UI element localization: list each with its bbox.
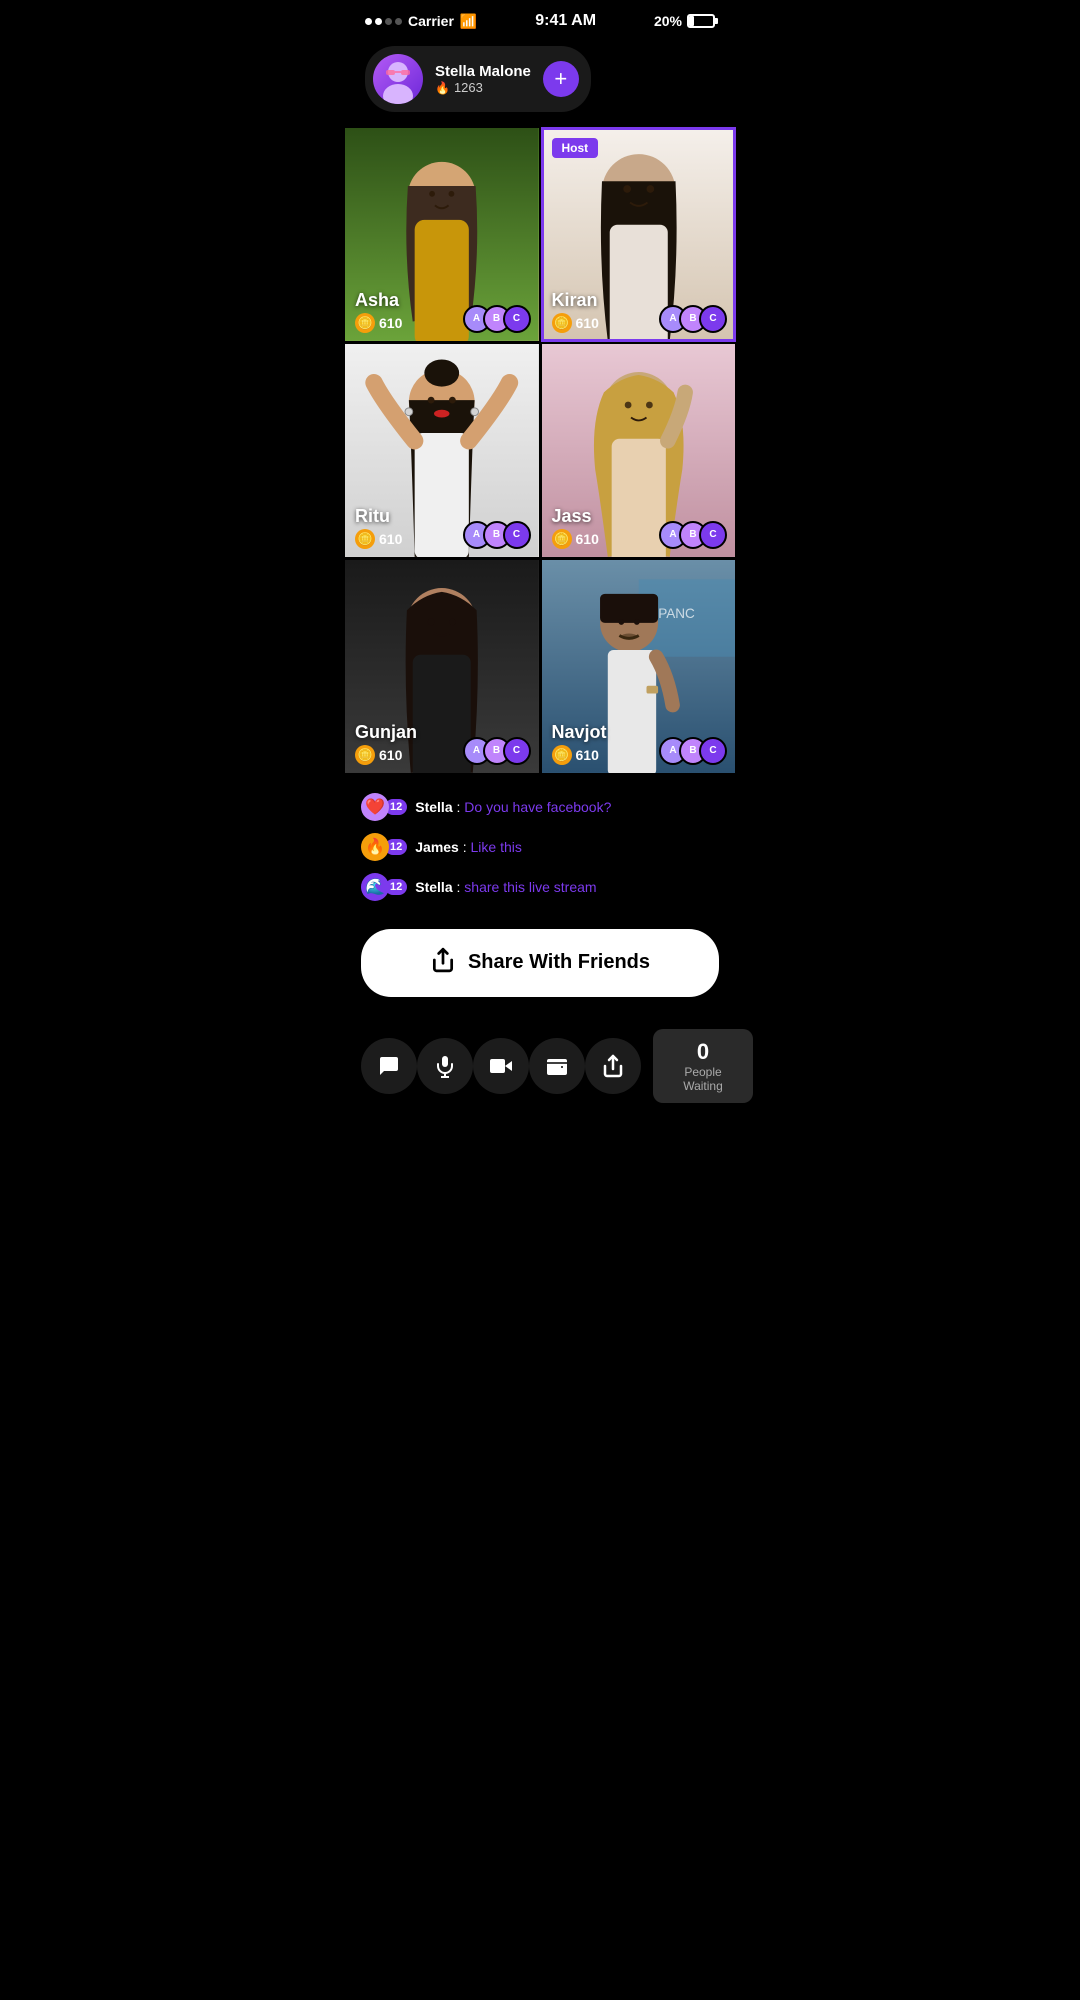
coin-icon-ritu: 🪙 bbox=[355, 529, 375, 549]
chat-message-3: 🌊 12 Stella : share this live stream bbox=[361, 873, 719, 901]
status-bar: Carrier 📶 9:41 AM 20% bbox=[345, 0, 735, 38]
video-cell-gunjan[interactable]: Gunjan 🪙 610 A B C bbox=[345, 560, 539, 773]
host-badge: Host bbox=[552, 138, 599, 158]
cell-avatars-navjot: A B C bbox=[659, 737, 727, 765]
chat-badge-2: 🔥 12 bbox=[361, 833, 407, 861]
mini-avatar-g3: C bbox=[503, 737, 531, 765]
chat-text-3: Stella : share this live stream bbox=[415, 879, 596, 895]
coin-icon-jass: 🪙 bbox=[552, 529, 572, 549]
chat-text-1: Stella : Do you have facebook? bbox=[415, 799, 611, 815]
chat-text-2: James : Like this bbox=[415, 839, 522, 855]
signal-dot-3 bbox=[385, 18, 392, 25]
video-cell-asha[interactable]: Asha 🪙 610 A B C bbox=[345, 128, 539, 341]
status-battery: 20% bbox=[654, 13, 715, 29]
chat-avatar-stella-2: 🌊 bbox=[361, 873, 389, 901]
profile-name: Stella Malone bbox=[435, 63, 531, 80]
cell-avatars-jass: A B C bbox=[659, 521, 727, 549]
cell-avatars-gunjan: A B C bbox=[463, 737, 531, 765]
status-left: Carrier 📶 bbox=[365, 13, 477, 30]
video-cell-jass[interactable]: Jass 🪙 610 A B C bbox=[542, 344, 736, 557]
mini-avatar-3: C bbox=[503, 305, 531, 333]
mic-icon bbox=[433, 1054, 457, 1078]
signal-dot-1 bbox=[365, 18, 372, 25]
profile-header: Stella Malone 🔥 1263 + bbox=[365, 46, 591, 112]
cell-name-asha: Asha bbox=[355, 290, 399, 311]
signal-strength bbox=[365, 18, 402, 25]
share-with-friends-button[interactable]: Share With Friends bbox=[361, 929, 719, 997]
profile-info: Stella Malone 🔥 1263 bbox=[435, 63, 531, 95]
battery-icon bbox=[687, 14, 715, 28]
wallet-button[interactable] bbox=[529, 1038, 585, 1094]
status-time: 9:41 AM bbox=[535, 12, 596, 30]
add-button[interactable]: + bbox=[543, 61, 579, 97]
share-button-bottom[interactable] bbox=[585, 1038, 641, 1094]
coin-icon-navjot: 🪙 bbox=[552, 745, 572, 765]
battery-percent: 20% bbox=[654, 13, 682, 29]
bottom-actions bbox=[361, 1038, 641, 1094]
mic-button[interactable] bbox=[417, 1038, 473, 1094]
cell-avatars-ritu: A B C bbox=[463, 521, 531, 549]
cell-name-kiran: Kiran bbox=[552, 290, 598, 311]
avatar bbox=[373, 54, 423, 104]
people-count: 0 bbox=[669, 1039, 737, 1065]
video-grid: Asha 🪙 610 A B C Host bbox=[345, 128, 735, 773]
cell-avatars-kiran: A B C bbox=[659, 305, 727, 333]
coin-icon-gunjan: 🪙 bbox=[355, 745, 375, 765]
video-cell-kiran[interactable]: Host Kiran 🪙 610 A B C bbox=[542, 128, 736, 341]
mini-avatar-r3: C bbox=[503, 521, 531, 549]
carrier-label: Carrier bbox=[408, 13, 454, 29]
chat-message-1: ❤️ 12 Stella : Do you have facebook? bbox=[361, 793, 719, 821]
cell-coins-gunjan: 🪙 610 bbox=[355, 745, 402, 765]
avatar-svg bbox=[373, 54, 423, 104]
video-button[interactable] bbox=[473, 1038, 529, 1094]
share-button-label: Share With Friends bbox=[468, 951, 650, 974]
wallet-icon bbox=[545, 1054, 569, 1078]
video-cell-navjot[interactable]: UPANC Navjot 🪙 610 A B C bbox=[542, 560, 736, 773]
signal-dot-4 bbox=[395, 18, 402, 25]
chat-icon bbox=[377, 1054, 401, 1078]
share-button-icon bbox=[430, 947, 456, 979]
share-button-wrapper: Share With Friends bbox=[345, 929, 735, 1017]
cell-name-ritu: Ritu bbox=[355, 506, 390, 527]
cell-coins-navjot: 🪙 610 bbox=[552, 745, 599, 765]
video-cell-ritu[interactable]: Ritu 🪙 610 A B C bbox=[345, 344, 539, 557]
mini-avatar-k3: C bbox=[699, 305, 727, 333]
cell-coins-jass: 🪙 610 bbox=[552, 529, 599, 549]
chat-button[interactable] bbox=[361, 1038, 417, 1094]
share-icon bbox=[601, 1054, 625, 1078]
chat-avatar-stella-1: ❤️ bbox=[361, 793, 389, 821]
video-icon bbox=[489, 1054, 513, 1078]
cell-coins-asha: 🪙 610 bbox=[355, 313, 402, 333]
cell-avatars-asha: A B C bbox=[463, 305, 531, 333]
cell-coins-ritu: 🪙 610 bbox=[355, 529, 402, 549]
bottom-bar: 0 People Waiting bbox=[345, 1017, 735, 1123]
chat-badge-3: 🌊 12 bbox=[361, 873, 407, 901]
chat-badge-1: ❤️ 12 bbox=[361, 793, 407, 821]
wifi-icon: 📶 bbox=[460, 13, 477, 30]
profile-score: 🔥 1263 bbox=[435, 80, 531, 95]
people-waiting-box: 0 People Waiting bbox=[653, 1029, 753, 1103]
mini-avatar-n3: C bbox=[699, 737, 727, 765]
avatar-image bbox=[373, 54, 423, 104]
cell-name-gunjan: Gunjan bbox=[355, 722, 417, 743]
chat-message-2: 🔥 12 James : Like this bbox=[361, 833, 719, 861]
score-value: 1263 bbox=[454, 80, 483, 95]
cell-coins-kiran: 🪙 610 bbox=[552, 313, 599, 333]
fire-icon: 🔥 bbox=[435, 81, 450, 95]
chat-avatar-james: 🔥 bbox=[361, 833, 389, 861]
mini-avatar-j3: C bbox=[699, 521, 727, 549]
coin-icon-asha: 🪙 bbox=[355, 313, 375, 333]
people-label: People Waiting bbox=[669, 1065, 737, 1093]
cell-name-navjot: Navjot bbox=[552, 722, 607, 743]
chat-section: ❤️ 12 Stella : Do you have facebook? 🔥 1… bbox=[345, 781, 735, 929]
signal-dot-2 bbox=[375, 18, 382, 25]
cell-name-jass: Jass bbox=[552, 506, 592, 527]
coin-icon-kiran: 🪙 bbox=[552, 313, 572, 333]
